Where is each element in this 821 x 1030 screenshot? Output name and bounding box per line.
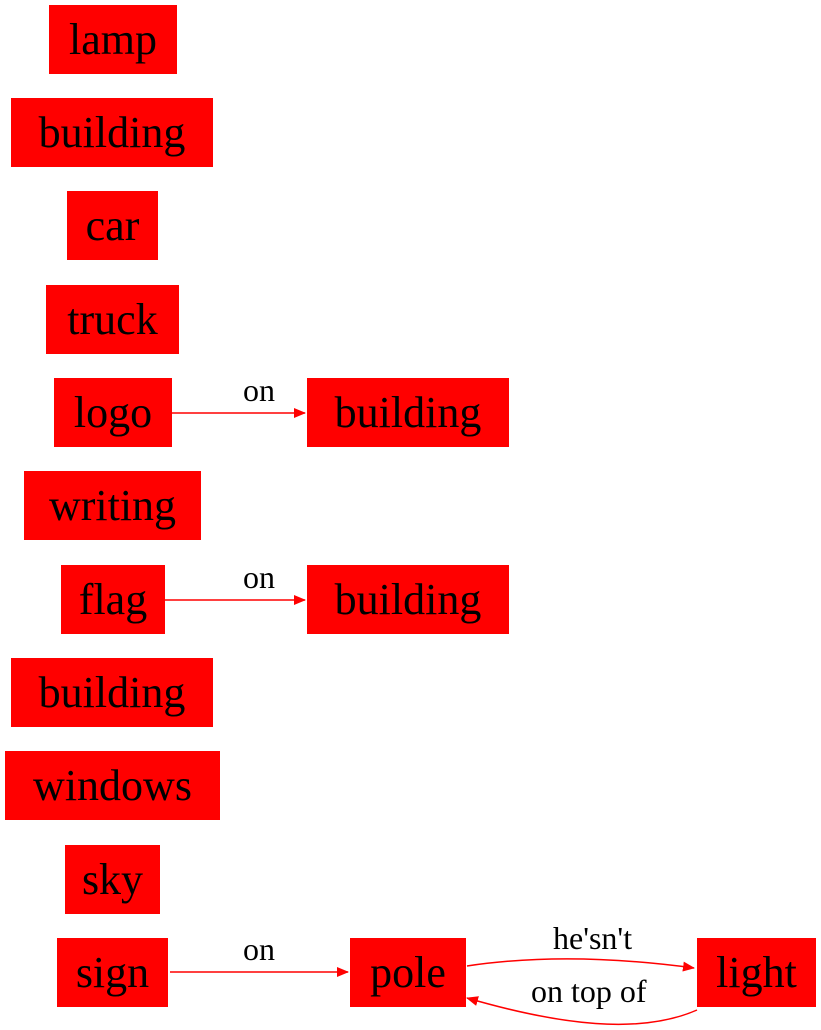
node-truck: truck (46, 285, 179, 354)
node-flag: flag (61, 565, 165, 634)
node-windows: windows (5, 751, 220, 820)
node-writing: writing (24, 471, 201, 540)
node-pole: pole (350, 938, 466, 1007)
node-lamp: lamp (49, 5, 177, 74)
edge-label-on: on (243, 372, 275, 408)
node-logo: logo (54, 378, 172, 447)
edge-label-on-top-of: on top of (531, 973, 647, 1009)
node-car: car (67, 191, 158, 260)
node-sky: sky (65, 845, 160, 914)
node-building-target: building (307, 565, 509, 634)
node-sign: sign (57, 938, 168, 1007)
edge-label-hesnt: he'sn't (553, 920, 633, 956)
edge-label-on: on (243, 559, 275, 595)
node-light: light (697, 938, 816, 1007)
edge-label-on: on (243, 931, 275, 967)
node-building: building (11, 658, 213, 727)
edge-pole-light (466, 958, 695, 972)
node-building-target: building (307, 378, 509, 447)
node-building: building (11, 98, 213, 167)
